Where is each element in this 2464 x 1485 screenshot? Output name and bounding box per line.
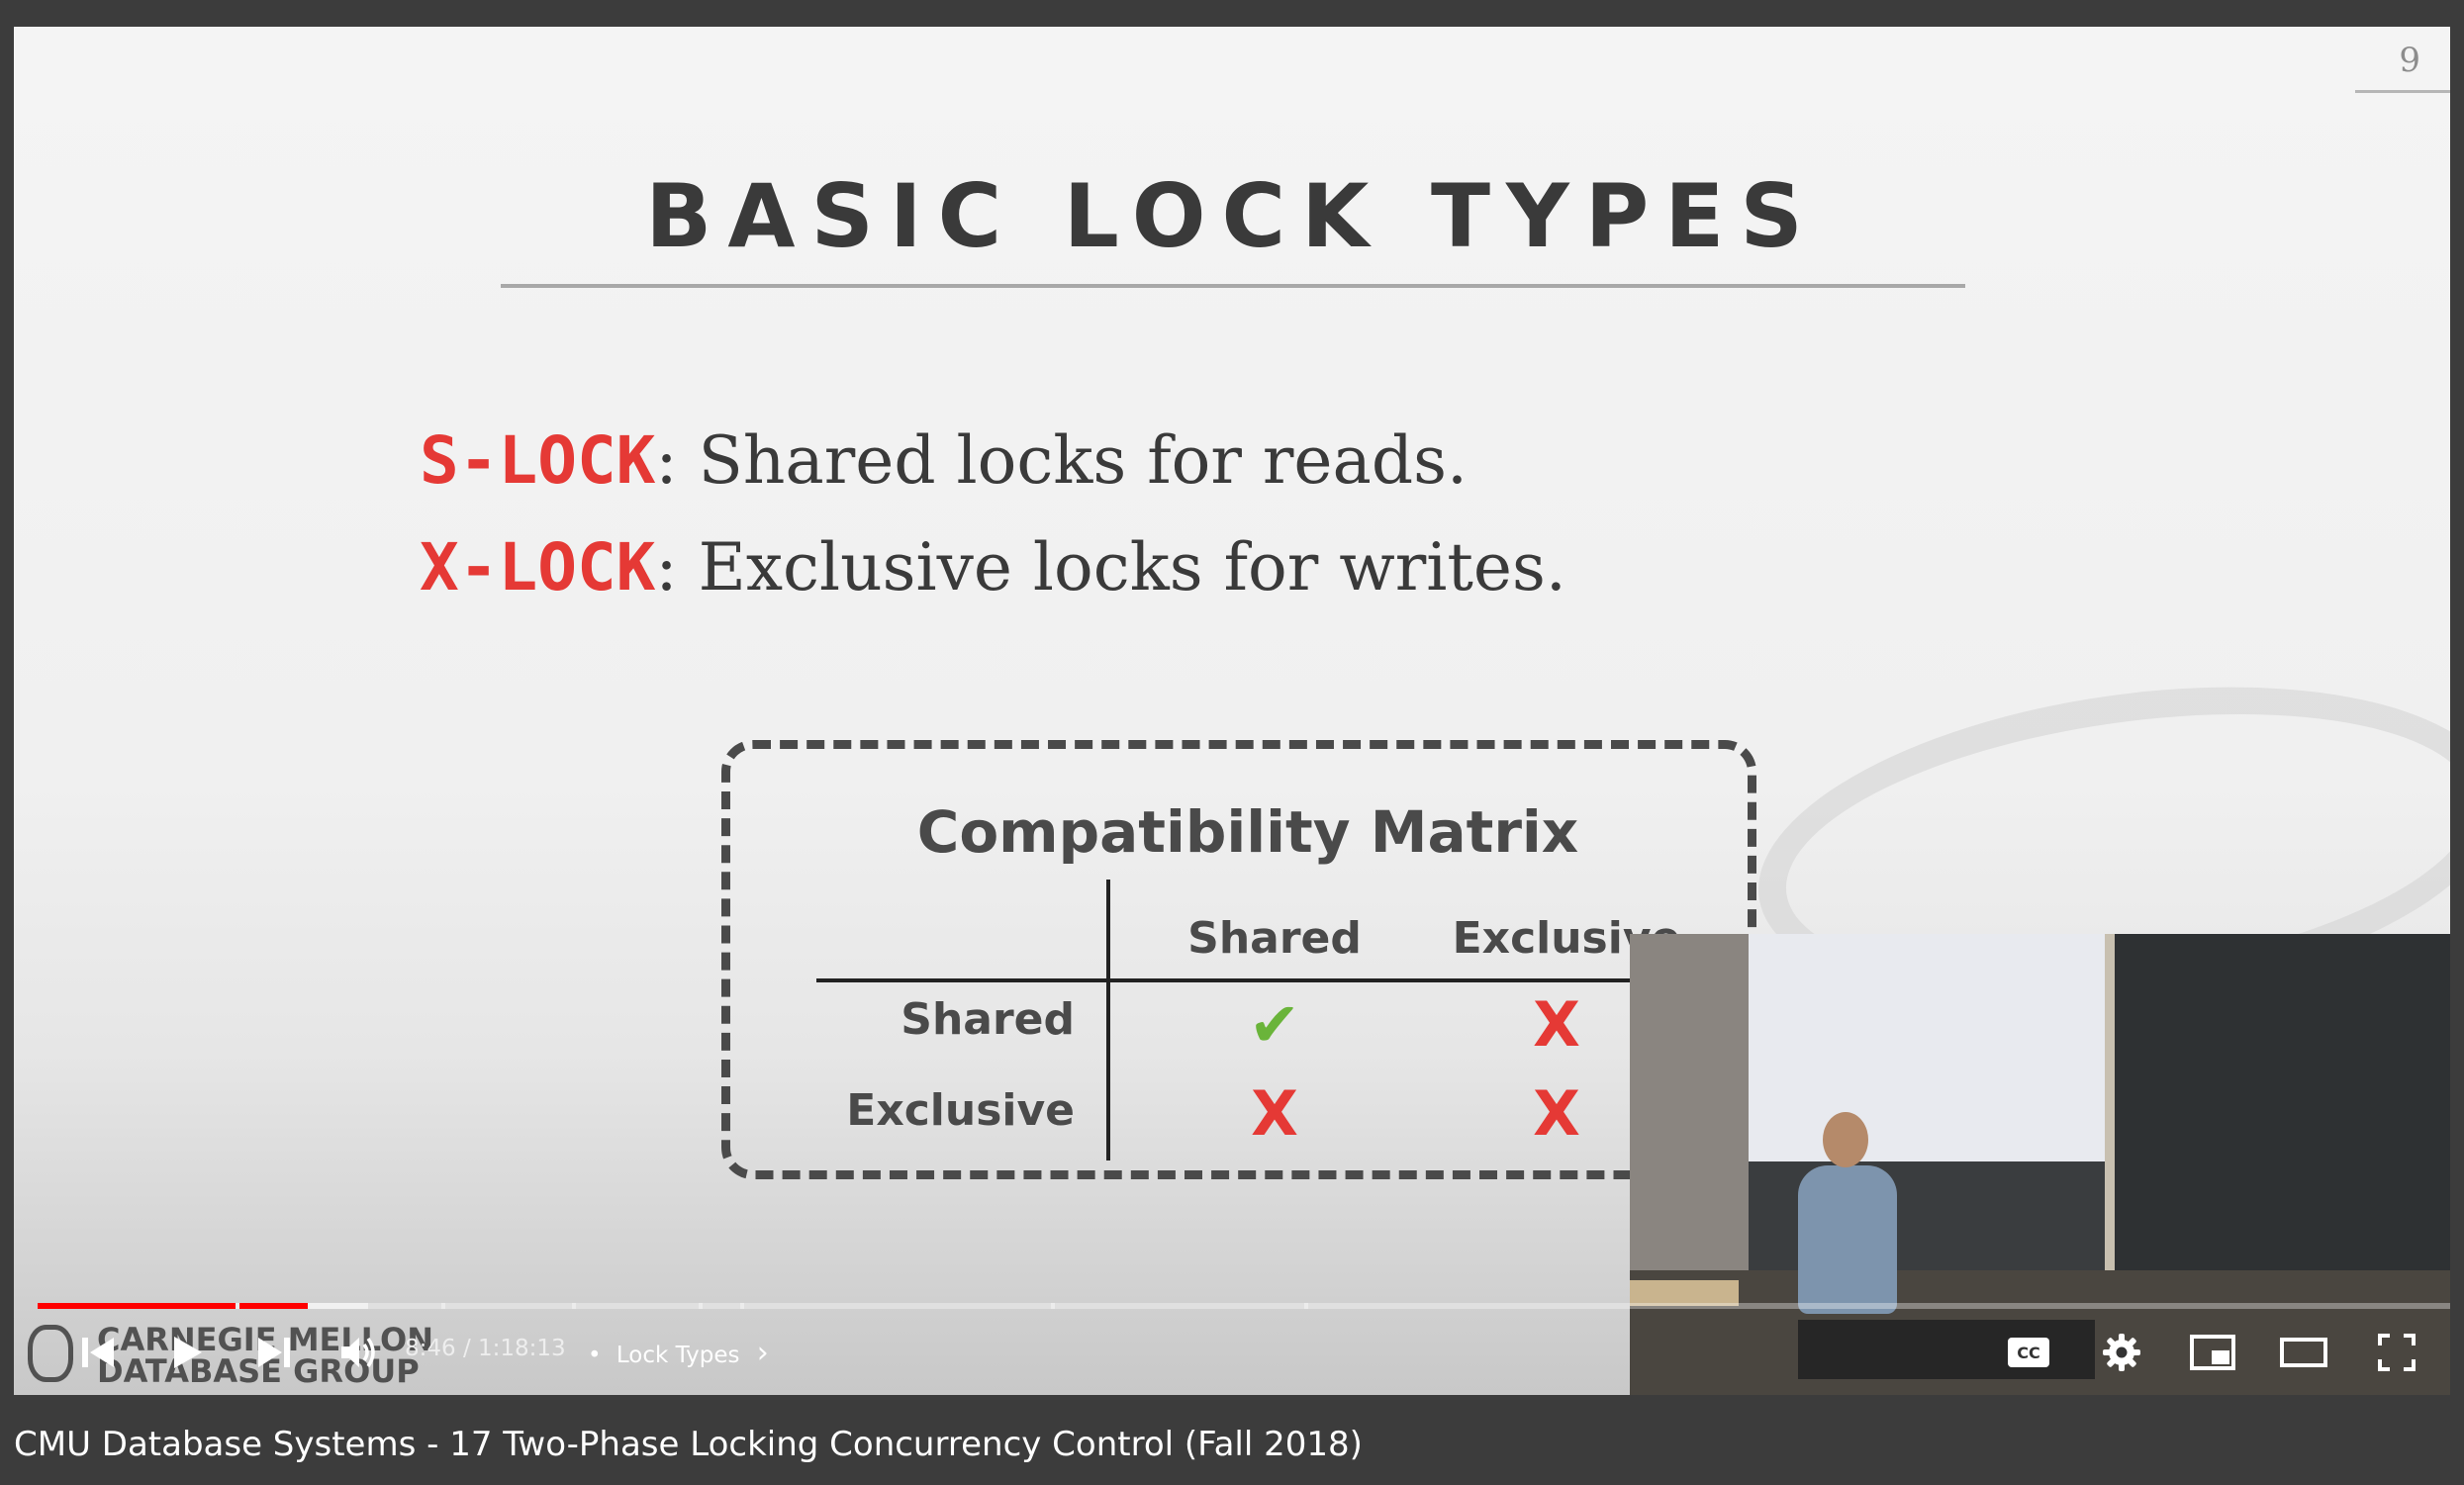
video-player[interactable]: 9 BASIC LOCK TYPES S-LOCK: Shared locks … [14, 27, 2450, 1395]
miniplayer-icon [2190, 1335, 2235, 1370]
theater-icon [2280, 1338, 2327, 1367]
database-logo-icon [28, 1325, 73, 1382]
s-lock-text: : Shared locks for reads. [655, 422, 1468, 499]
slide-title: BASIC LOCK TYPES [645, 165, 1819, 267]
matrix-title: Compatibility Matrix [916, 798, 1579, 866]
matrix-row-header-exclusive: Exclusive [846, 1085, 1075, 1136]
chalkboard [2105, 934, 2450, 1270]
captions-button[interactable]: CC [1999, 1329, 2058, 1376]
cross-icon: X [1533, 1077, 1580, 1150]
previous-icon [82, 1338, 114, 1367]
player-controls: CARNEGIE MELLON DATABASE GROUP 8:46 / 1:… [14, 1309, 2450, 1395]
cross-icon: X [1533, 988, 1580, 1061]
matrix-col-header-shared: Shared [1187, 913, 1362, 964]
matrix-horizontal-rule [816, 978, 1747, 982]
chapter-separator: • [588, 1343, 602, 1368]
miniplayer-button[interactable] [2183, 1329, 2242, 1376]
s-lock-line: S-LOCK: Shared locks for reads. [420, 422, 1468, 499]
volume-icon [341, 1337, 375, 1368]
matrix-row-header-shared: Shared [900, 994, 1075, 1045]
next-button[interactable] [247, 1329, 301, 1376]
settings-button[interactable] [2092, 1329, 2151, 1376]
speaker-head [1823, 1112, 1868, 1167]
next-icon [258, 1338, 290, 1367]
play-button[interactable] [160, 1329, 214, 1376]
video-title: CMU Database Systems - 17 Two-Phase Lock… [14, 1425, 1363, 1464]
settings-icon [2103, 1334, 2140, 1371]
page-number-rule [2355, 90, 2450, 93]
chapter-title: Lock Types [616, 1343, 740, 1368]
s-lock-tag: S-LOCK [420, 422, 656, 499]
theater-mode-button[interactable] [2274, 1329, 2333, 1376]
speaker-body [1798, 1165, 1897, 1314]
previous-button[interactable] [71, 1329, 125, 1376]
x-lock-line: X-LOCK: Exclusive locks for writes. [420, 529, 1566, 605]
volume-button[interactable] [332, 1329, 386, 1376]
fullscreen-icon [2378, 1334, 2416, 1371]
play-icon [174, 1337, 202, 1368]
chevron-right-icon: › [756, 1336, 769, 1370]
time-display: 8:46 / 1:18:13 [405, 1336, 566, 1361]
x-lock-text: : Exclusive locks for writes. [655, 529, 1566, 605]
x-lock-tag: X-LOCK [420, 529, 656, 605]
title-rule [501, 284, 1965, 288]
slide-page-number: 9 [2399, 41, 2420, 80]
projector-screen [1749, 934, 2105, 1167]
chapter-title-button[interactable]: • Lock Types › [588, 1336, 769, 1370]
compatibility-matrix: Compatibility Matrix Shared Exclusive Sh… [721, 740, 1756, 1179]
check-icon: ✔ [1249, 988, 1300, 1061]
matrix-vertical-rule [1106, 880, 1110, 1160]
cc-icon: CC [2008, 1338, 2049, 1367]
svg-text:CC: CC [2017, 1344, 2039, 1362]
fullscreen-button[interactable] [2367, 1329, 2426, 1376]
cross-icon: X [1251, 1077, 1298, 1150]
